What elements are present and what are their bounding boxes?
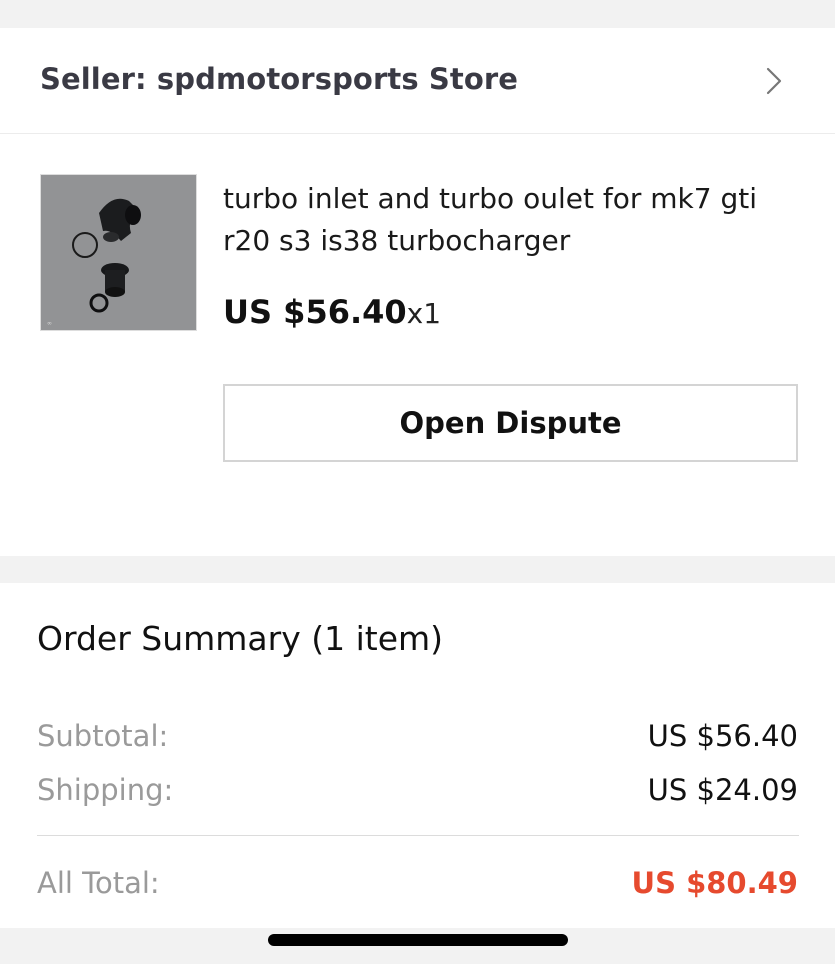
product-title-line-1: turbo inlet and turbo oulet for mk7 gti [223, 182, 757, 215]
seller-name: Seller: spdmotorsports Store [40, 62, 519, 96]
subtotal-label: Subtotal: [37, 719, 169, 753]
shipping-value: US $24.09 [647, 773, 798, 807]
turbo-parts-image: ∞ [41, 175, 196, 330]
order-item-card: Seller: spdmotorsports Store ∞ turbo inl… [0, 28, 835, 556]
price-row: US $56.40x1 [223, 293, 441, 331]
svg-text:∞: ∞ [47, 320, 52, 327]
product-price: US $56.40 [223, 293, 407, 331]
order-summary-card: Order Summary (1 item) Subtotal: US $56.… [0, 583, 835, 928]
subtotal-value: US $56.40 [647, 719, 798, 753]
product-title[interactable]: turbo inlet and turbo oulet for mk7 gti … [223, 178, 803, 262]
top-gap [0, 0, 835, 28]
chevron-right-icon [766, 67, 782, 95]
product-quantity: x1 [406, 297, 442, 330]
product-title-line-2: r20 s3 is38 turbocharger [223, 224, 571, 257]
open-dispute-button[interactable]: Open Dispute [223, 384, 798, 462]
seller-row[interactable]: Seller: spdmotorsports Store [0, 28, 835, 134]
summary-divider [37, 835, 799, 836]
shipping-label: Shipping: [37, 773, 174, 807]
order-summary-title: Order Summary (1 item) [37, 619, 444, 658]
product-thumbnail[interactable]: ∞ [40, 174, 197, 331]
home-indicator[interactable] [268, 934, 568, 946]
total-label: All Total: [37, 866, 160, 900]
total-value: US $80.49 [631, 866, 798, 900]
